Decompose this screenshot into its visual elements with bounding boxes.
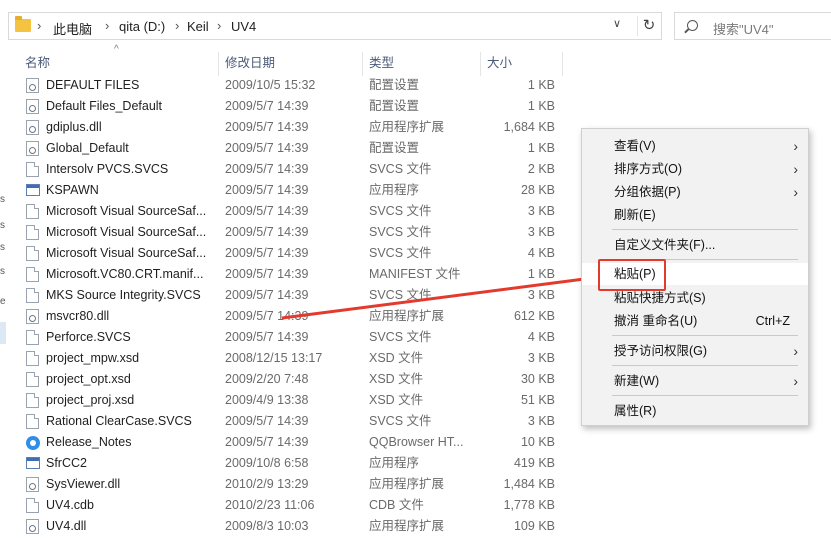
shortcut-text: Ctrl+Z bbox=[755, 314, 790, 328]
menu-item-group-by[interactable]: 分组依据(P) › bbox=[582, 181, 808, 203]
menu-item-view[interactable]: 查看(V) › bbox=[582, 135, 808, 157]
chevron-right-icon: › bbox=[793, 138, 798, 154]
menu-item-give-access[interactable]: 授予访问权限(G) › bbox=[582, 340, 808, 362]
menu-item-refresh[interactable]: 刷新(E) bbox=[582, 204, 808, 226]
menu-separator bbox=[612, 365, 798, 366]
menu-item-customize-folder[interactable]: 自定义文件夹(F)... bbox=[582, 234, 808, 256]
menu-separator bbox=[612, 335, 798, 336]
chevron-right-icon: › bbox=[793, 343, 798, 359]
menu-separator bbox=[612, 395, 798, 396]
chevron-right-icon: › bbox=[793, 161, 798, 177]
menu-separator bbox=[612, 229, 798, 230]
menu-item-undo-rename[interactable]: 撤消 重命名(U) Ctrl+Z bbox=[582, 310, 808, 332]
menu-item-properties[interactable]: 属性(R) bbox=[582, 400, 808, 422]
chevron-right-icon: › bbox=[793, 184, 798, 200]
menu-item-new[interactable]: 新建(W) › bbox=[582, 370, 808, 392]
menu-item-sort-by[interactable]: 排序方式(O) › bbox=[582, 158, 808, 180]
annotation-highlight-box bbox=[598, 259, 666, 291]
chevron-right-icon: › bbox=[793, 373, 798, 389]
